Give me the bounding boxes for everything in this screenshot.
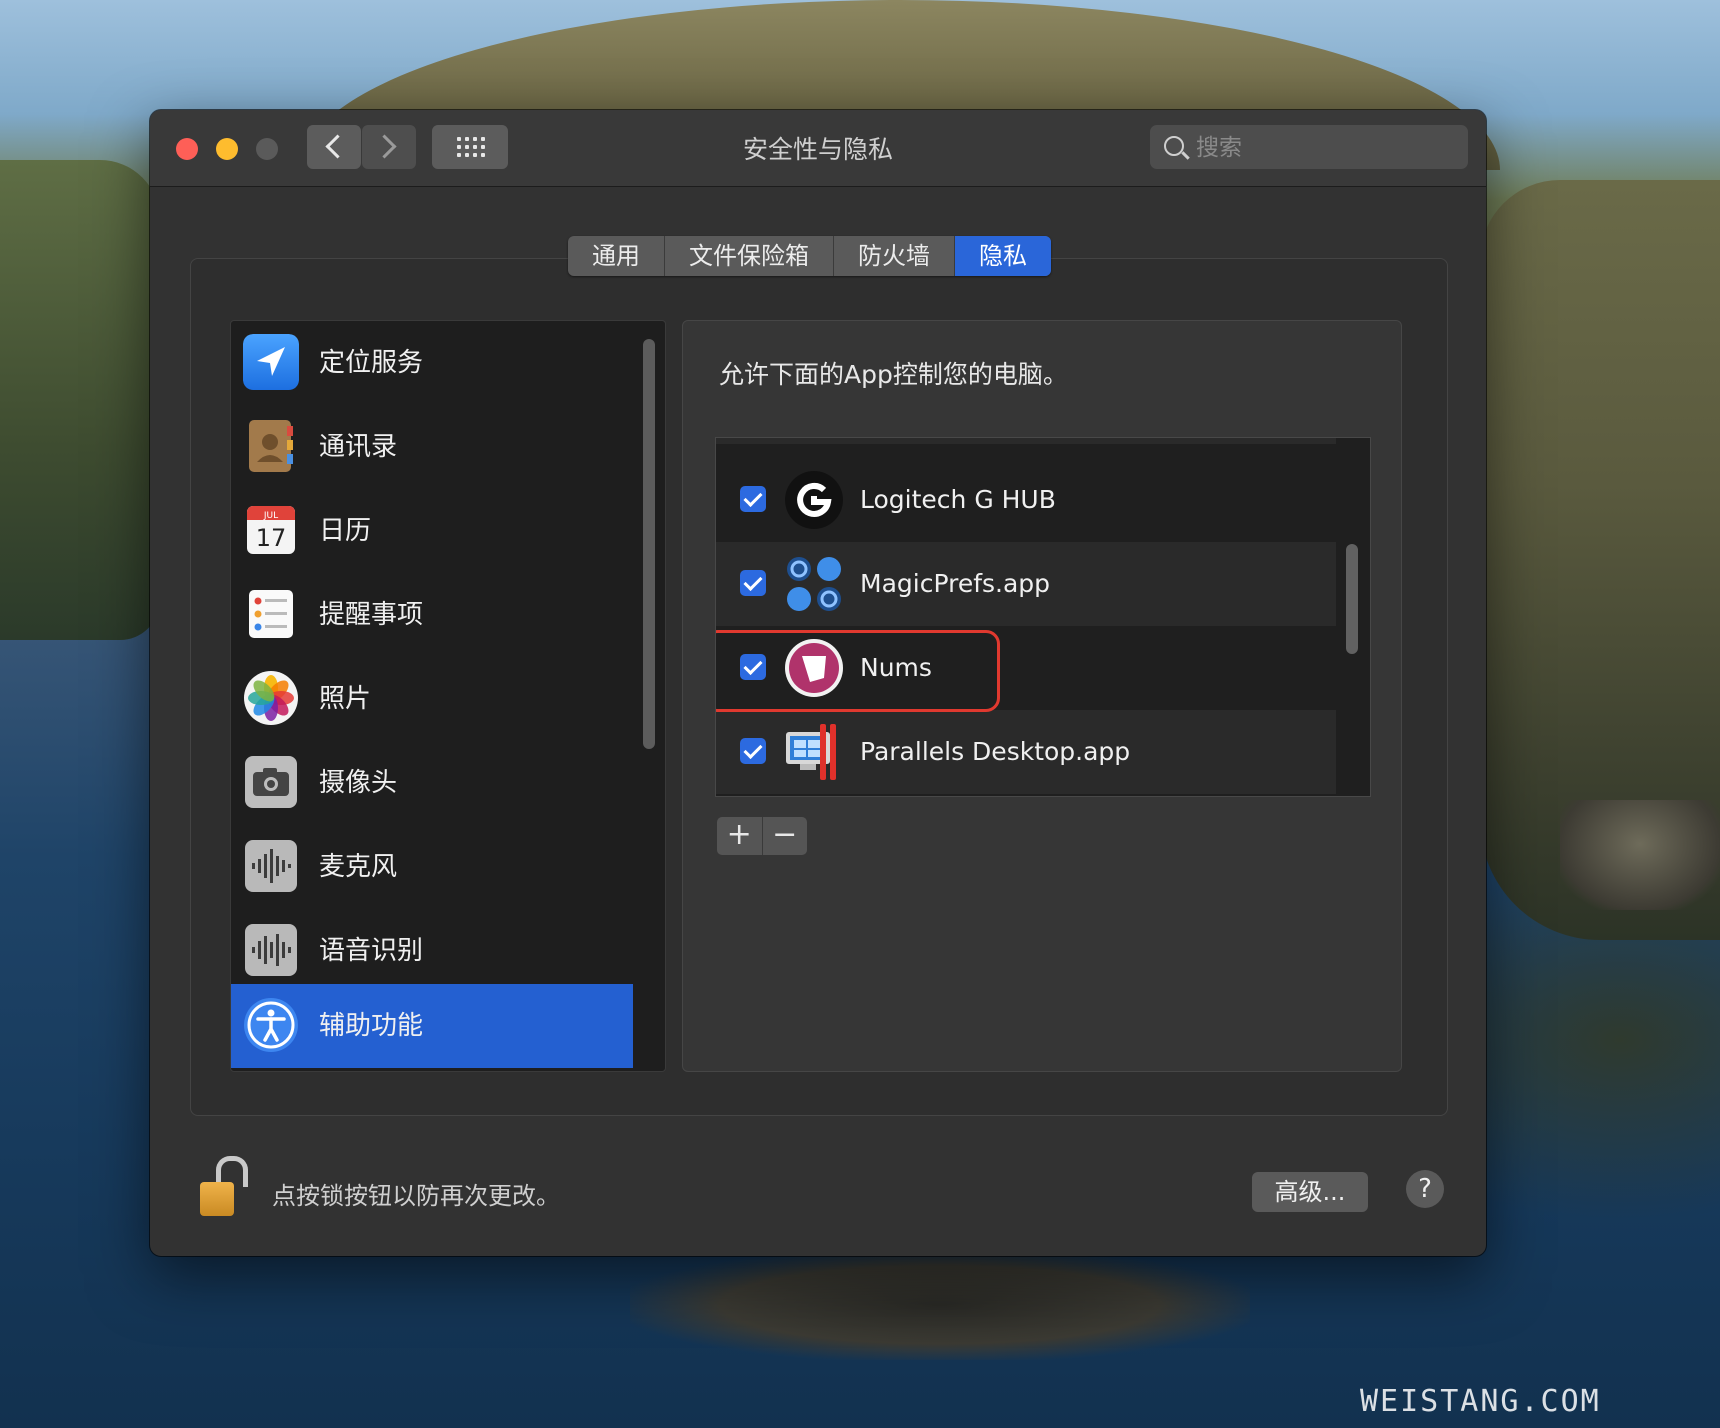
sidebar-item-calendar[interactable]: JUL 17 日历	[231, 489, 633, 573]
unlocked-padlock-icon[interactable]	[200, 1156, 248, 1216]
lock-hint: 点按锁按钮以防再次更改。	[272, 1182, 560, 1210]
sidebar-item-label: 摄像头	[319, 768, 398, 798]
tab-firewall[interactable]: 防火墙	[834, 236, 955, 276]
sidebar-item-label: 麦克风	[319, 852, 398, 882]
sidebar-item-photos[interactable]: 照片	[231, 657, 633, 741]
logitech-g-icon	[785, 471, 843, 529]
app-row-parallels[interactable]: Parallels Desktop.app	[716, 710, 1336, 794]
app-row-logitech[interactable]: Logitech G HUB	[716, 458, 1336, 542]
sidebar-item-contacts[interactable]: 通讯录	[231, 405, 633, 489]
nums-highlight-box	[716, 630, 1000, 712]
location-arrow-icon	[243, 334, 299, 390]
sidebar-item-camera[interactable]: 摄像头	[231, 741, 633, 825]
tab-bar: 通用 文件保险箱 防火墙 隐私	[568, 236, 1051, 276]
watermark: WEISTANG.COM	[1360, 1384, 1601, 1419]
sidebar-item-speech-recognition[interactable]: 语音识别	[231, 909, 633, 993]
advanced-button[interactable]: 高级...	[1252, 1172, 1368, 1212]
magicprefs-icon	[787, 557, 841, 611]
app-list-scrollbar[interactable]	[1346, 544, 1358, 654]
sidebar-item-label: 辅助功能	[319, 1011, 424, 1041]
app-row-magicprefs[interactable]: MagicPrefs.app	[716, 542, 1336, 626]
wallpaper-rocks	[630, 1250, 1250, 1360]
help-button[interactable]: ?	[1406, 1170, 1444, 1208]
pane-title: 允许下面的App控制您的电脑。	[719, 360, 1068, 389]
sidebar-item-label: 照片	[319, 684, 372, 714]
sidebar-item-microphone[interactable]: 麦克风	[231, 825, 633, 909]
app-name: Parallels Desktop.app	[860, 737, 1131, 766]
accessibility-icon	[244, 998, 298, 1052]
sidebar-item-label: 通讯录	[319, 432, 398, 462]
app-name: Logitech G HUB	[860, 485, 1056, 514]
speech-waveform-icon	[245, 924, 297, 976]
title-bar: 安全性与隐私	[150, 110, 1486, 187]
microphone-waveform-icon	[245, 840, 297, 892]
contacts-book-icon	[249, 420, 293, 472]
sidebar-scrollbar[interactable]	[643, 339, 655, 749]
privacy-category-list: 定位服务 通讯录 JUL 17 日历 提醒事项 照片 摄像头 麦克风 语音识别 …	[230, 320, 666, 1072]
app-list: Logitech G HUB MagicPrefs.app Nums Paral…	[715, 437, 1371, 797]
magicprefs-checkbox[interactable]	[740, 570, 766, 596]
search-icon	[1164, 136, 1184, 156]
wallpaper-islet	[1560, 800, 1720, 910]
camera-icon	[245, 756, 297, 808]
photos-flower-icon	[244, 671, 298, 725]
add-app-button[interactable]: +	[717, 817, 763, 855]
logitech-checkbox[interactable]	[740, 486, 766, 512]
remove-app-button[interactable]: −	[763, 817, 808, 855]
sidebar-item-label: 提醒事项	[319, 600, 424, 630]
list-item-partial	[716, 438, 1336, 444]
tab-privacy[interactable]: 隐私	[955, 236, 1051, 276]
parallels-checkbox[interactable]	[740, 738, 766, 764]
sidebar-item-reminders[interactable]: 提醒事项	[231, 573, 633, 657]
search-input[interactable]	[1194, 131, 1458, 165]
tab-general[interactable]: 通用	[568, 236, 665, 276]
calendar-month: JUL	[263, 511, 278, 521]
security-privacy-window: 安全性与隐私 通用 文件保险箱 防火墙 隐私 定位服务 通讯录	[150, 110, 1486, 1256]
sidebar-item-label: 日历	[319, 516, 372, 546]
parallels-icon	[786, 724, 836, 780]
tab-filevault[interactable]: 文件保险箱	[665, 236, 834, 276]
sidebar-item-location-services[interactable]: 定位服务	[231, 321, 633, 405]
reminders-list-icon	[249, 590, 293, 638]
accessibility-detail-pane: 允许下面的App控制您的电脑。 Logitech G HUB MagicPref…	[682, 320, 1402, 1072]
calendar-icon: JUL 17	[247, 506, 295, 554]
sidebar-item-accessibility[interactable]: 辅助功能	[231, 984, 633, 1068]
search-field[interactable]	[1150, 125, 1468, 169]
calendar-day: 17	[256, 524, 287, 552]
app-name: MagicPrefs.app	[860, 569, 1051, 598]
wallpaper-cliff-left	[0, 160, 160, 640]
sidebar-item-label: 定位服务	[319, 348, 424, 378]
sidebar-item-label: 语音识别	[319, 936, 424, 966]
add-remove-control: + −	[717, 817, 807, 855]
